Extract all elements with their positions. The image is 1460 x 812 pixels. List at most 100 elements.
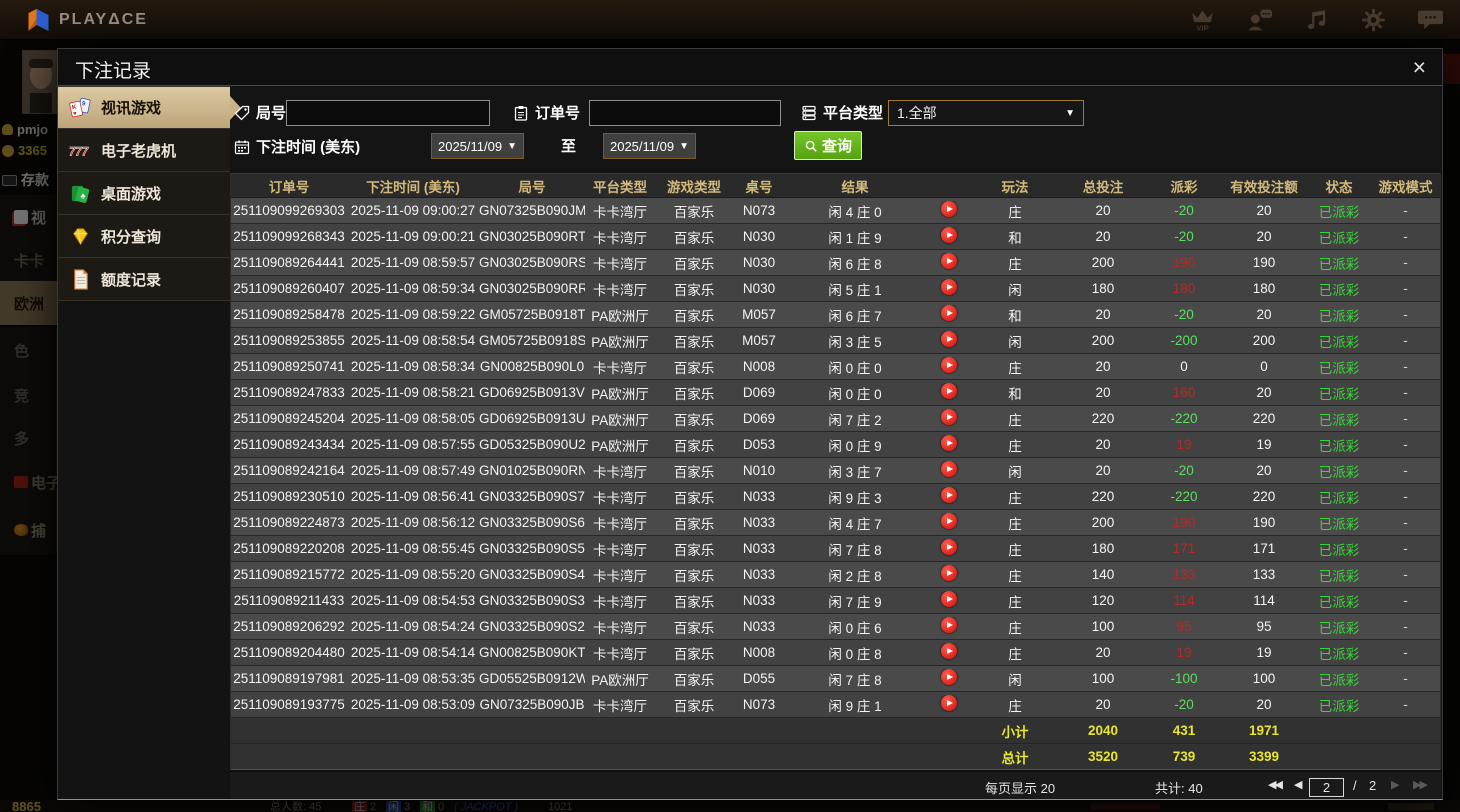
col-play-type: 庄	[1008, 256, 1022, 272]
replay-video-icon[interactable]	[941, 201, 957, 217]
playace-logo[interactable]: PLAYΔCE	[26, 7, 148, 33]
col-valid-bet: 180	[1252, 281, 1276, 296]
col-platform: 卡卡湾厅	[593, 568, 647, 584]
replay-video-icon[interactable]	[941, 461, 957, 477]
sidebar-item-video-games[interactable]: 9 K ♥ 视讯游戏	[58, 86, 241, 129]
sidebar-item-table-games[interactable]: ♣ 桌面游戏	[58, 172, 230, 215]
platform-type-value: 1.全部	[897, 105, 937, 121]
col-play-type: 庄	[1008, 490, 1022, 506]
col-order-no: 251109089193775	[233, 697, 345, 712]
col-result: 闲 5 庄 1	[828, 282, 882, 298]
col-payout: -20	[1174, 229, 1194, 244]
calendar-icon	[234, 140, 250, 154]
table-row: 251109089253855 2025-11-09 08:58:54 GM0572…	[231, 328, 1440, 354]
replay-video-icon[interactable]	[941, 305, 957, 321]
last-page-icon[interactable]: ▶▶	[1413, 778, 1428, 791]
col-game-type: 百家乐	[673, 672, 715, 688]
modal-titlebar: 下注记录 ×	[58, 49, 1442, 86]
replay-video-icon[interactable]	[941, 383, 957, 399]
topbar: PLAYΔCE VIP	[0, 0, 1460, 40]
table-row: 251109089250741 2025-11-09 08:58:34 GN0082…	[231, 354, 1440, 380]
replay-video-icon[interactable]	[941, 565, 957, 581]
prev-page-icon[interactable]: ◀	[1294, 778, 1303, 791]
replay-video-icon[interactable]	[941, 643, 957, 659]
col-valid-bet: 有效投注额	[1230, 179, 1298, 195]
replay-video-icon[interactable]	[941, 617, 957, 633]
replay-video-icon[interactable]	[941, 539, 957, 555]
table-row: 251109089247833 2025-11-09 08:58:21 GD0692…	[231, 380, 1440, 406]
col-table-no: M057	[742, 307, 776, 322]
replay-video-icon[interactable]	[941, 695, 957, 711]
col-valid-bet: 20	[1256, 203, 1272, 218]
col-total-bet: 220	[1091, 411, 1115, 426]
date-from-picker[interactable]: 2025/11/09 ▼	[431, 133, 524, 159]
sidebar-item-slots[interactable]: 777 电子老虎机	[58, 129, 230, 172]
search-button[interactable]: 查询	[794, 131, 862, 160]
col-bet-time: 2025-11-09 08:54:24	[350, 619, 476, 634]
next-page-icon[interactable]: ▶	[1391, 778, 1400, 791]
replay-video-icon[interactable]	[941, 357, 957, 373]
col-payout: 133	[1172, 567, 1196, 582]
replay-video-icon[interactable]	[941, 253, 957, 269]
replay-video-icon[interactable]	[941, 227, 957, 243]
replay-video-icon[interactable]	[941, 435, 957, 451]
col-status: 已派彩	[1318, 412, 1360, 428]
col-total-bet: 180	[1091, 281, 1115, 296]
col-order-no: 251109089206292	[233, 619, 345, 634]
col-platform: PA欧洲厅	[591, 386, 649, 402]
close-icon[interactable]: ×	[1413, 52, 1426, 82]
col-play	[925, 565, 973, 584]
page-number-input[interactable]: 2	[1309, 778, 1344, 797]
col-order-no: 251109089215772	[233, 567, 345, 582]
table-row: 251109089230510 2025-11-09 08:56:41 GN0332…	[231, 484, 1440, 510]
col-order-no: 251109089250741	[233, 359, 345, 374]
server-stack-icon	[802, 105, 816, 120]
col-payout: -20	[1174, 463, 1194, 478]
col-round-no: GN03025B090RR	[479, 281, 585, 296]
replay-video-icon[interactable]	[941, 331, 957, 347]
replay-video-icon[interactable]	[941, 591, 957, 607]
col-game-type: 百家乐	[673, 334, 715, 350]
col-play	[925, 253, 973, 272]
sidebar-item-label: 积分查询	[101, 228, 162, 246]
col-game-type: 百家乐	[673, 204, 715, 220]
platform-type-label: 平台类型	[801, 102, 883, 123]
grand-total-row: 总计 3520 739 3399	[231, 744, 1440, 770]
col-total-bet: 120	[1091, 593, 1115, 608]
replay-video-icon[interactable]	[941, 279, 957, 295]
sidebar-item-credit-records[interactable]: 额度记录	[58, 258, 230, 301]
col-total-bet: 20	[1095, 697, 1111, 712]
col-bet-time: 2025-11-09 09:00:27	[350, 203, 476, 218]
date-to-picker[interactable]: 2025/11/09 ▼	[603, 133, 696, 159]
col-result: 闲 7 庄 2	[828, 412, 882, 428]
col-total-bet: 总投注	[1082, 179, 1124, 195]
replay-video-icon[interactable]	[941, 669, 957, 685]
replay-video-icon[interactable]	[941, 487, 957, 503]
round-no-input[interactable]	[286, 100, 490, 126]
col-play	[925, 279, 973, 298]
platform-type-select[interactable]: 1.全部 ▼	[888, 100, 1084, 126]
sidebar-item-points[interactable]: 积分查询	[58, 215, 230, 258]
col-valid-bet: 133	[1252, 567, 1276, 582]
vip-crown-icon[interactable]: VIP	[1189, 7, 1216, 33]
col-platform: 平台类型	[593, 179, 647, 195]
col-game-type: 百家乐	[673, 490, 715, 506]
gear-icon[interactable]	[1360, 7, 1387, 33]
bet-records-modal: 下注记录 × 9 K ♥ 视讯游戏 777 电子老虎机 ♣ 桌面游戏 积分查询 …	[57, 48, 1443, 800]
col-platform: 卡卡湾厅	[593, 516, 647, 532]
replay-video-icon[interactable]	[941, 409, 957, 425]
first-page-icon[interactable]: ◀◀	[1268, 778, 1283, 791]
customer-service-icon[interactable]	[1246, 7, 1273, 33]
col-play	[925, 669, 973, 688]
topbar-icons: VIP	[1189, 7, 1444, 33]
col-payout: 431	[1172, 723, 1196, 738]
svg-text:777: 777	[69, 146, 89, 158]
replay-video-icon[interactable]	[941, 513, 957, 529]
col-play-type: 闲	[1008, 464, 1022, 480]
chat-bubble-icon[interactable]	[1417, 7, 1444, 33]
order-no-input[interactable]	[589, 100, 781, 126]
col-order-no: 251109089211433	[233, 593, 345, 608]
col-platform: 卡卡湾厅	[593, 282, 647, 298]
col-bet-time: 2025-11-09 08:58:54	[350, 333, 476, 348]
music-icon[interactable]	[1303, 7, 1330, 33]
